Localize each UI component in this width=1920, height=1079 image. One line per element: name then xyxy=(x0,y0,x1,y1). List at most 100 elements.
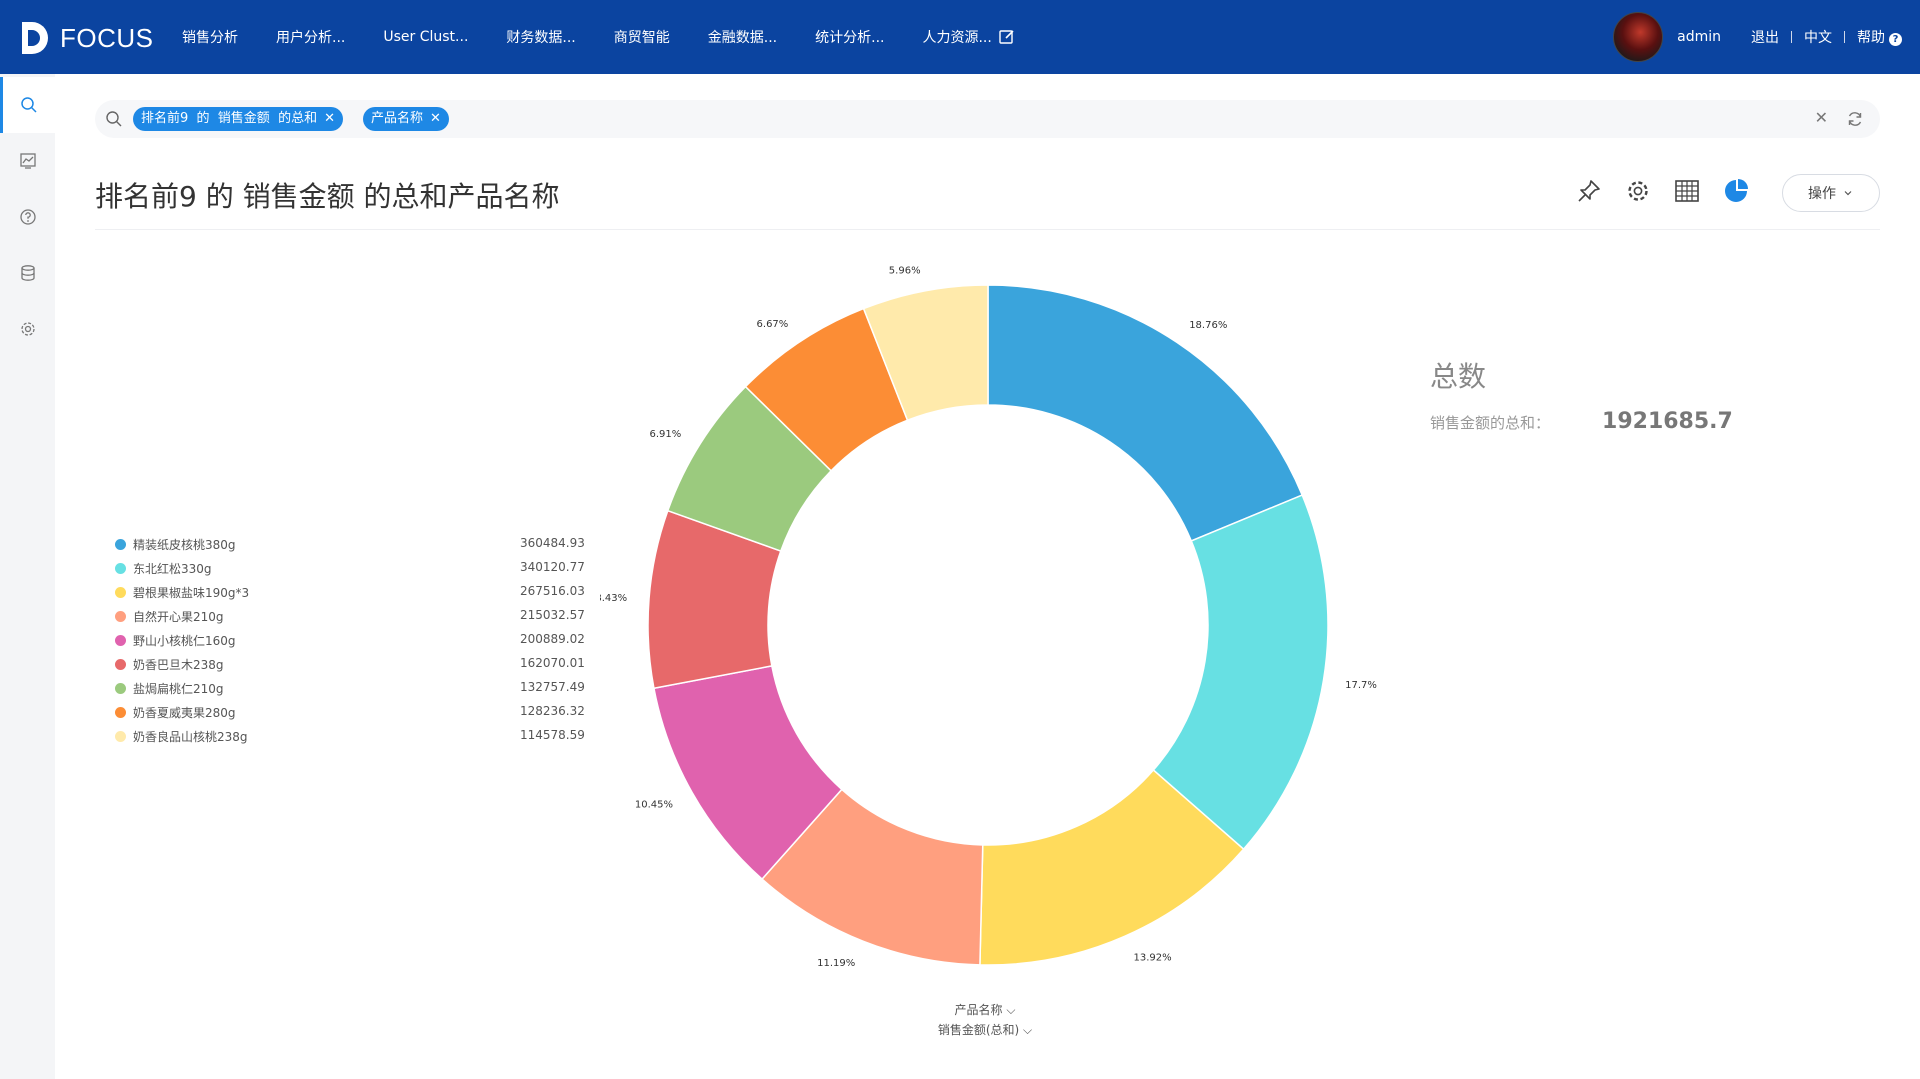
language-switch[interactable]: 中文 xyxy=(1804,27,1832,47)
legend-item[interactable]: 精装纸皮核桃380g 360484.93 xyxy=(115,533,585,557)
legend-swatch xyxy=(115,731,126,742)
legend-value: 132757.49 xyxy=(520,680,585,694)
slice-percent-label: 17.7% xyxy=(1345,680,1377,691)
legend-value: 114578.59 xyxy=(520,728,585,742)
slice-percent-label: 18.76% xyxy=(1189,320,1227,331)
gear-icon xyxy=(20,322,35,336)
user-area: admin 退出 中文 帮助? xyxy=(1613,0,1902,74)
logo-text: FOCUS xyxy=(60,22,154,53)
legend-item[interactable]: 碧根果椒盐味190g*3 267516.03 xyxy=(115,581,585,605)
logout-link[interactable]: 退出 xyxy=(1751,27,1779,47)
legend-item[interactable]: 野山小核桃仁160g 200889.02 xyxy=(115,629,585,653)
legend-label: 奶香良品山核桃238g xyxy=(133,730,248,744)
legend-label: 东北红松330g xyxy=(133,562,212,576)
pie-chart-icon[interactable] xyxy=(1723,178,1749,204)
operate-dropdown-button[interactable]: 操作 xyxy=(1782,174,1880,212)
summary-panel: 总数 销售金额的总和： 1921685.7 xyxy=(1430,355,1733,434)
measure-selector[interactable]: 销售金额(总和) ⌵ xyxy=(900,1020,1070,1040)
close-icon[interactable]: ✕ xyxy=(324,107,335,131)
rail-item-settings[interactable] xyxy=(0,301,55,357)
slice-percent-label: 8.43% xyxy=(600,593,627,604)
legend-item[interactable]: 奶香良品山核桃238g 114578.59 xyxy=(115,725,585,749)
donut-chart: 18.76% 17.7% 13.92% 11.19% 10.45% 8.43% 6.91% 6… xyxy=(600,265,1377,968)
search-chip-measure[interactable]: 排名前9 的 销售金额 的总和 ✕ xyxy=(133,107,343,131)
separator xyxy=(1791,31,1792,43)
legend-value: 340120.77 xyxy=(520,560,585,574)
chart-legend: 精装纸皮核桃380g 360484.93 东北红松330g 340120.77 碧根果椒… xyxy=(115,533,585,749)
legend-item[interactable]: 奶香夏威夷果280g 128236.32 xyxy=(115,701,585,725)
search-icon xyxy=(21,97,37,113)
legend-swatch xyxy=(115,587,126,598)
legend-value: 267516.03 xyxy=(520,584,585,598)
help-link[interactable]: 帮助? xyxy=(1857,27,1902,47)
nav-item-statistics[interactable]: 统计分析... xyxy=(815,27,884,47)
summary-title: 总数 xyxy=(1430,360,1487,393)
legend-label: 盐焗扁桃仁210g xyxy=(133,682,224,696)
nav-item-hr[interactable]: 人力资源... xyxy=(922,27,991,47)
separator xyxy=(1844,31,1845,43)
legend-swatch xyxy=(115,563,126,574)
legend-label: 碧根果椒盐味190g*3 xyxy=(133,586,250,600)
logo[interactable]: FOCUS xyxy=(20,18,154,58)
pie-slice[interactable] xyxy=(987,284,1304,542)
avatar[interactable] xyxy=(1613,12,1664,62)
legend-swatch xyxy=(115,707,126,718)
database-icon xyxy=(20,265,35,281)
legend-label: 奶香夏威夷果280g xyxy=(133,706,236,720)
legend-label: 野山小核桃仁160g xyxy=(133,634,236,648)
legend-value: 128236.32 xyxy=(520,704,585,718)
rail-item-dashboard[interactable] xyxy=(0,133,55,189)
username[interactable]: admin xyxy=(1677,29,1721,45)
legend-value: 200889.02 xyxy=(520,632,585,646)
nav-item-trade-intelligence[interactable]: 商贸智能 xyxy=(614,27,670,47)
legend-item[interactable]: 东北红松330g 340120.77 xyxy=(115,557,585,581)
summary-label: 销售金额的总和： xyxy=(1430,414,1551,432)
legend-label: 奶香巴旦木238g xyxy=(133,658,224,672)
legend-item[interactable]: 奶香巴旦木238g 162070.01 xyxy=(115,653,585,677)
legend-value: 162070.01 xyxy=(520,656,585,670)
refresh-icon[interactable] xyxy=(1846,110,1864,128)
legend-swatch xyxy=(115,635,126,646)
chevron-down-icon: ⌵ xyxy=(1006,1003,1016,1017)
measure-label: 销售金额(总和) xyxy=(937,1023,1020,1037)
legend-swatch xyxy=(115,611,126,622)
slice-percent-label: 6.91% xyxy=(649,429,681,440)
clear-search-icon[interactable]: ✕ xyxy=(1815,108,1828,127)
operate-label: 操作 xyxy=(1808,186,1836,202)
legend-swatch xyxy=(115,683,126,694)
search-chip-dimension[interactable]: 产品名称 ✕ xyxy=(363,107,449,131)
pin-icon[interactable] xyxy=(1576,178,1602,204)
search-bar[interactable]: 排名前9 的 销售金额 的总和 ✕ 产品名称 ✕ ✕ xyxy=(95,100,1880,138)
settings-gear-icon[interactable] xyxy=(1625,178,1651,204)
legend-item[interactable]: 自然开心果210g 215032.57 xyxy=(115,605,585,629)
legend-label: 自然开心果210g xyxy=(133,610,224,624)
question-icon: ? xyxy=(1889,33,1902,46)
edit-icon[interactable] xyxy=(998,28,1016,46)
nav-item-financial-data[interactable]: 金融数据... xyxy=(708,27,777,47)
legend-label: 精装纸皮核桃380g xyxy=(133,538,236,552)
nav-item-sales-analysis[interactable]: 销售分析 xyxy=(182,27,238,47)
top-navigation-bar: FOCUS 销售分析 用户分析... User Clust... 财务数据...… xyxy=(0,0,1920,74)
rail-item-search[interactable] xyxy=(0,77,55,133)
table-view-icon[interactable] xyxy=(1674,178,1700,204)
rail-item-help[interactable] xyxy=(0,189,55,245)
dimension-label: 产品名称 xyxy=(954,1003,1003,1017)
chip-label: 产品名称 xyxy=(371,111,424,126)
close-icon[interactable]: ✕ xyxy=(430,107,441,131)
nav-item-user-analysis[interactable]: 用户分析... xyxy=(276,27,345,47)
legend-swatch xyxy=(115,539,126,550)
slice-percent-label: 6.67% xyxy=(757,319,789,330)
nav-item-finance-data[interactable]: 财务数据... xyxy=(506,27,575,47)
nav-item-user-cluster[interactable]: User Clust... xyxy=(383,29,468,45)
slice-percent-label: 10.45% xyxy=(635,799,673,810)
chevron-down-icon xyxy=(1844,191,1852,196)
left-rail xyxy=(0,74,55,1079)
slice-percent-label: 13.92% xyxy=(1133,952,1171,963)
dimension-selector[interactable]: 产品名称 ⌵ xyxy=(900,1000,1070,1020)
chip-label: 排名前9 的 销售金额 的总和 xyxy=(141,111,318,126)
chart-board-icon xyxy=(19,153,36,169)
axis-selectors: 产品名称 ⌵ 销售金额(总和) ⌵ xyxy=(900,1000,1070,1040)
rail-item-data[interactable] xyxy=(0,245,55,301)
legend-item[interactable]: 盐焗扁桃仁210g 132757.49 xyxy=(115,677,585,701)
main-nav: 销售分析 用户分析... User Clust... 财务数据... 商贸智能 … xyxy=(182,0,1030,74)
